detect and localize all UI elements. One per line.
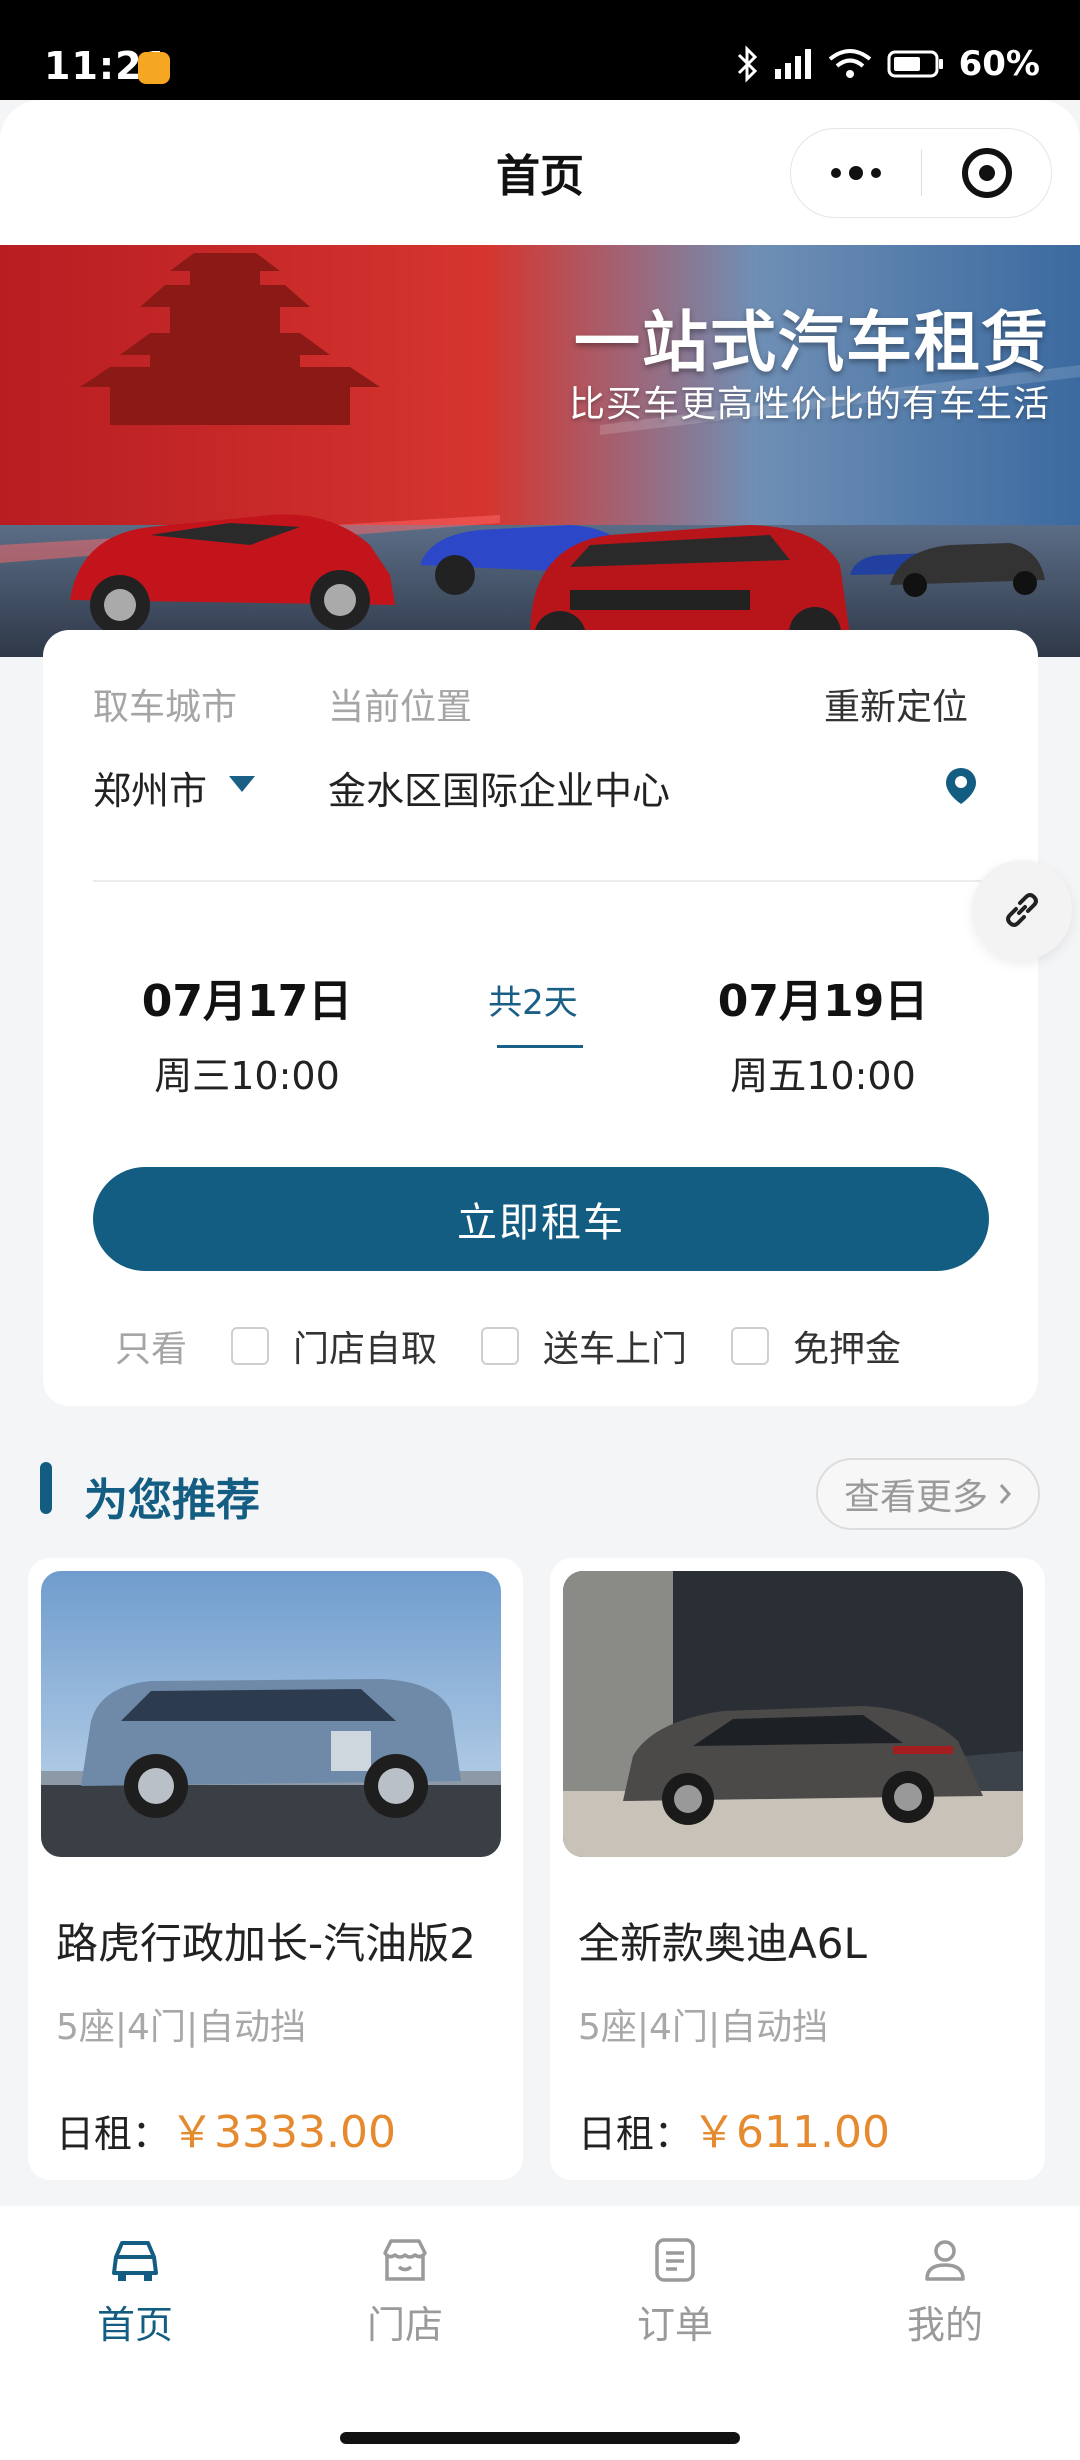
close-target-icon [961, 148, 1012, 198]
car-icon [112, 2241, 158, 2281]
filter-label-store-pickup: 门店自取 [293, 1329, 438, 1370]
car-name: 全新款奥迪A6L [578, 1919, 867, 1968]
tab-label: 门店 [366, 2303, 443, 2347]
duration-line [497, 1045, 583, 1048]
more-dot-icon [831, 168, 841, 178]
car-image [563, 1571, 1023, 1857]
return-date-day: 07月19日 [717, 976, 929, 1027]
filter-no-deposit[interactable]: 免押金 [731, 1320, 901, 1372]
car-card[interactable]: 全新款奥迪A6L 5座|4门|自动挡 日租：￥611.00 [550, 1558, 1045, 2180]
more-dot-icon [871, 168, 881, 178]
car-name: 路虎行政加长-汽油版2 [56, 1919, 476, 1968]
car-card[interactable]: 路虎行政加长-汽油版2 5座|4门|自动挡 日租：￥3333.00 [28, 1558, 523, 2180]
booking-card: 取车城市 当前位置 重新定位 郑州市 金水区国际企业中心 07月17日 周三10… [43, 630, 1038, 1406]
current-location-label: 当前位置 [328, 687, 473, 728]
order-icon [655, 2238, 695, 2282]
checkbox[interactable] [231, 1327, 270, 1365]
app-notification-icon [138, 52, 170, 84]
tab-label: 我的 [906, 2303, 983, 2347]
tab-home[interactable]: 首页 [50, 2230, 220, 2349]
checkbox[interactable] [481, 1327, 520, 1365]
store-icon [383, 2239, 427, 2281]
bluetooth-icon [737, 45, 757, 83]
status-icons: 60% [735, 44, 1040, 84]
car-price-row: 日租：￥611.00 [578, 2096, 890, 2160]
daily-rent-label: 日租： [578, 2112, 693, 2156]
battery-icon [887, 50, 943, 78]
see-more-label: 查看更多 [843, 1477, 988, 1518]
bottom-tab-bar: 首页 门店 订单 我的 [0, 2206, 1080, 2460]
banner-subtitle: 比买车更高性价比的有车生活 [568, 384, 1050, 425]
checkbox[interactable] [731, 1327, 770, 1365]
user-icon [925, 2240, 965, 2281]
filter-delivery[interactable]: 送车上门 [481, 1320, 687, 1372]
return-date[interactable]: 07月19日 周五10:00 [673, 965, 973, 1100]
link-icon [1006, 893, 1038, 927]
chevron-right-icon [999, 1484, 1012, 1504]
location-pin-icon[interactable] [944, 766, 978, 806]
wifi-icon [828, 49, 871, 78]
rent-now-button[interactable]: 立即租车 [93, 1167, 989, 1271]
caret-down-icon[interactable] [229, 776, 255, 792]
status-bar: 11:21 60% [0, 0, 1080, 100]
more-dot-icon [849, 166, 863, 180]
pickup-city-label: 取车城市 [93, 687, 238, 728]
section-title: 为您推荐 [84, 1475, 260, 1526]
tab-orders[interactable]: 订单 [590, 2230, 760, 2349]
battery-level: 60% [958, 44, 1040, 84]
return-date-time: 周五10:00 [730, 1054, 916, 1098]
filter-label-delivery: 送车上门 [543, 1329, 688, 1370]
car-specs: 5座|4门|自动挡 [56, 2007, 307, 2048]
tab-label: 订单 [636, 2303, 713, 2347]
section-accent-bar [40, 1462, 52, 1514]
tab-profile[interactable]: 我的 [860, 2230, 1030, 2349]
car-price: ￥3333.00 [170, 2107, 396, 2158]
filter-store-pickup[interactable]: 门店自取 [231, 1320, 437, 1372]
more-button[interactable] [791, 129, 921, 217]
share-link-button[interactable] [972, 860, 1072, 960]
filter-label: 只看 [115, 1329, 188, 1370]
signal-icon [774, 49, 811, 79]
pickup-date[interactable]: 07月17日 周三10:00 [97, 965, 397, 1100]
mini-program-capsule [790, 128, 1052, 218]
tab-store[interactable]: 门店 [320, 2230, 490, 2349]
address-value[interactable]: 金水区国际企业中心 [328, 760, 670, 815]
close-button[interactable] [922, 129, 1051, 217]
filter-label-no-deposit: 免押金 [793, 1329, 902, 1370]
daily-rent-label: 日租： [56, 2112, 171, 2156]
tab-label: 首页 [96, 2303, 173, 2347]
rental-duration: 共2天 [488, 983, 578, 1023]
pickup-date-day: 07月17日 [141, 976, 353, 1027]
filter-row: 只看 门店自取 送车上门 免押金 [115, 1320, 945, 1372]
pickup-date-time: 周三10:00 [154, 1054, 340, 1098]
relocate-button[interactable]: 重新定位 [824, 678, 968, 730]
nav-header: 首页 [0, 100, 1080, 245]
car-image [41, 1571, 501, 1857]
home-indicator[interactable] [340, 2432, 740, 2444]
car-specs: 5座|4门|自动挡 [578, 2007, 829, 2048]
banner-title: 一站式汽车租赁 [574, 304, 1050, 381]
car-price-row: 日租：￥3333.00 [56, 2096, 396, 2160]
see-more-button[interactable]: 查看更多 [816, 1458, 1040, 1530]
promo-banner[interactable]: 一站式汽车租赁 比买车更高性价比的有车生活 [0, 245, 1080, 657]
car-price: ￥611.00 [692, 2107, 890, 2158]
divider [93, 880, 1013, 882]
city-selector[interactable]: 郑州市 [93, 760, 207, 815]
